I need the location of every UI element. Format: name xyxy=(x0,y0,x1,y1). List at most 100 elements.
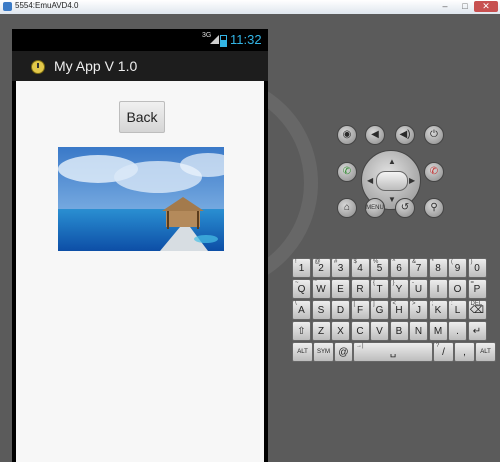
search-icon[interactable]: ⚲ xyxy=(424,198,444,218)
key-3[interactable]: 3 # xyxy=(331,258,350,278)
key-n[interactable]: N xyxy=(409,321,428,341)
key-del[interactable]: ⌫ DEL xyxy=(467,300,487,320)
key-l[interactable]: L: xyxy=(448,300,467,320)
key-sublabel: ? xyxy=(436,343,440,349)
key-z[interactable]: Z xyxy=(311,321,331,341)
key-b[interactable]: B xyxy=(389,321,409,341)
status-time: 11:32 xyxy=(230,32,262,47)
key-label: R xyxy=(356,284,364,295)
key-j[interactable]: J > xyxy=(409,300,428,320)
key-sublabel: @ xyxy=(314,259,321,265)
key-0[interactable]: 0) xyxy=(467,258,487,278)
key-alt[interactable]: ALT xyxy=(475,342,496,362)
home-icon[interactable]: ⌂ xyxy=(337,198,357,218)
back-icon[interactable]: ↺ xyxy=(395,198,415,218)
key-label: 7 xyxy=(415,263,422,274)
volume-up-icon[interactable]: ◀) xyxy=(395,125,415,145)
key-f[interactable]: F[ xyxy=(350,300,370,320)
key-label: . xyxy=(456,326,459,337)
app-content: Back xyxy=(16,81,264,462)
key-1[interactable]: 1! xyxy=(292,258,311,278)
key-sublabel: ) xyxy=(470,259,473,265)
key-g[interactable]: G] xyxy=(370,300,389,320)
key-sublabel: % xyxy=(373,259,379,265)
key-sublabel: →| xyxy=(356,343,364,349)
key-label: ↵ xyxy=(472,326,482,337)
key-w[interactable]: W " xyxy=(311,279,331,299)
key-sublabel: DEL xyxy=(470,301,483,307)
call-icon[interactable]: ✆ xyxy=(337,162,357,182)
volume-down-icon[interactable]: ◀ xyxy=(365,125,385,145)
key-9[interactable]: 9( xyxy=(448,258,467,278)
menu-button[interactable]: MENU xyxy=(365,198,385,218)
key-m[interactable]: M xyxy=(428,321,448,341)
key-label: ⇧ xyxy=(297,326,306,337)
power-icon[interactable]: ⏻ xyxy=(424,125,444,145)
status-bar: 3G 11:32 xyxy=(12,29,268,51)
key-5[interactable]: 5% xyxy=(370,258,389,278)
minimize-button[interactable]: – xyxy=(436,1,454,12)
key-label: N xyxy=(414,326,423,337)
key-h[interactable]: H < xyxy=(389,300,409,320)
close-button[interactable]: ✕ xyxy=(474,1,498,12)
dpad-left-icon[interactable]: ◀ xyxy=(367,176,373,185)
key-enter[interactable]: ↵ xyxy=(467,321,487,341)
key-e[interactable]: E ´ xyxy=(331,279,350,299)
hardware-keyboard: 1! 2 @3 #4 $5% 6 ^ 7 & 8 * 9(0) Q ~ W " E ´ R T{Y} U - I O P = A \ S… xyxy=(292,258,496,366)
key-label: 3 xyxy=(337,263,344,274)
key-label: 9 xyxy=(454,263,461,274)
key-v[interactable]: V xyxy=(370,321,389,341)
key-u[interactable]: U- xyxy=(409,279,428,299)
key-8[interactable]: 8 * xyxy=(428,258,448,278)
key-k[interactable]: K; xyxy=(428,300,448,320)
maximize-button[interactable]: □ xyxy=(456,1,474,12)
key-alt[interactable]: ALT xyxy=(292,342,313,362)
key-sublabel: ] xyxy=(373,301,375,307)
key-p[interactable]: P = xyxy=(467,279,487,299)
key-@[interactable]: @ xyxy=(334,342,353,362)
key-sublabel: ; xyxy=(431,301,434,307)
key-label: @ xyxy=(338,347,349,358)
key-c[interactable]: C xyxy=(350,321,370,341)
key-sublabel: < xyxy=(392,301,397,307)
key-t[interactable]: T{ xyxy=(370,279,389,299)
key-label: SYM xyxy=(316,349,330,355)
key-x[interactable]: X xyxy=(331,321,350,341)
key-2[interactable]: 2 @ xyxy=(311,258,331,278)
key-/[interactable]: /? xyxy=(433,342,454,362)
key-sym[interactable]: SYM xyxy=(313,342,334,362)
key-i[interactable]: I xyxy=(428,279,448,299)
key-q[interactable]: Q ~ xyxy=(292,279,311,299)
dpad-down-icon[interactable]: ▼ xyxy=(388,195,396,204)
key-sublabel: $ xyxy=(353,259,357,265)
key-y[interactable]: Y} xyxy=(389,279,409,299)
dpad-right-icon[interactable]: ▶ xyxy=(409,176,415,185)
back-button[interactable]: Back xyxy=(119,101,165,133)
key-sublabel: * xyxy=(431,259,434,265)
key-a[interactable]: A \ xyxy=(292,300,311,320)
key-,[interactable]: , xyxy=(454,342,475,362)
camera-icon[interactable]: ◉ xyxy=(337,125,357,145)
key-sublabel: " xyxy=(314,280,317,286)
key-7[interactable]: 7 & xyxy=(409,258,428,278)
key-label: 1 xyxy=(298,263,305,274)
dpad-center-button[interactable] xyxy=(376,171,408,191)
key-d[interactable]: D ` xyxy=(331,300,350,320)
key-6[interactable]: 6 ^ xyxy=(389,258,409,278)
key-label: J xyxy=(416,305,421,316)
key-s[interactable]: S xyxy=(311,300,331,320)
key-4[interactable]: 4 $ xyxy=(350,258,370,278)
key-shift[interactable]: ⇧ xyxy=(292,321,311,341)
key-r[interactable]: R xyxy=(350,279,370,299)
key-.[interactable]: . xyxy=(448,321,467,341)
emulator-frame: 3G 11:32 My App V 1.0 Back ◉ ◀ ◀) ⏻ ✆ ✆ … xyxy=(0,14,500,462)
key-sublabel: ~ xyxy=(295,280,299,286)
key-space[interactable]: ␣ →| xyxy=(353,342,433,362)
key-sublabel: # xyxy=(334,259,338,265)
key-label: G xyxy=(375,305,384,316)
end-call-icon[interactable]: ✆ xyxy=(424,162,444,182)
key-o[interactable]: O xyxy=(448,279,467,299)
key-sublabel: = xyxy=(470,280,475,286)
dpad-up-icon[interactable]: ▲ xyxy=(388,157,396,166)
app-clock-icon[interactable] xyxy=(31,60,45,74)
